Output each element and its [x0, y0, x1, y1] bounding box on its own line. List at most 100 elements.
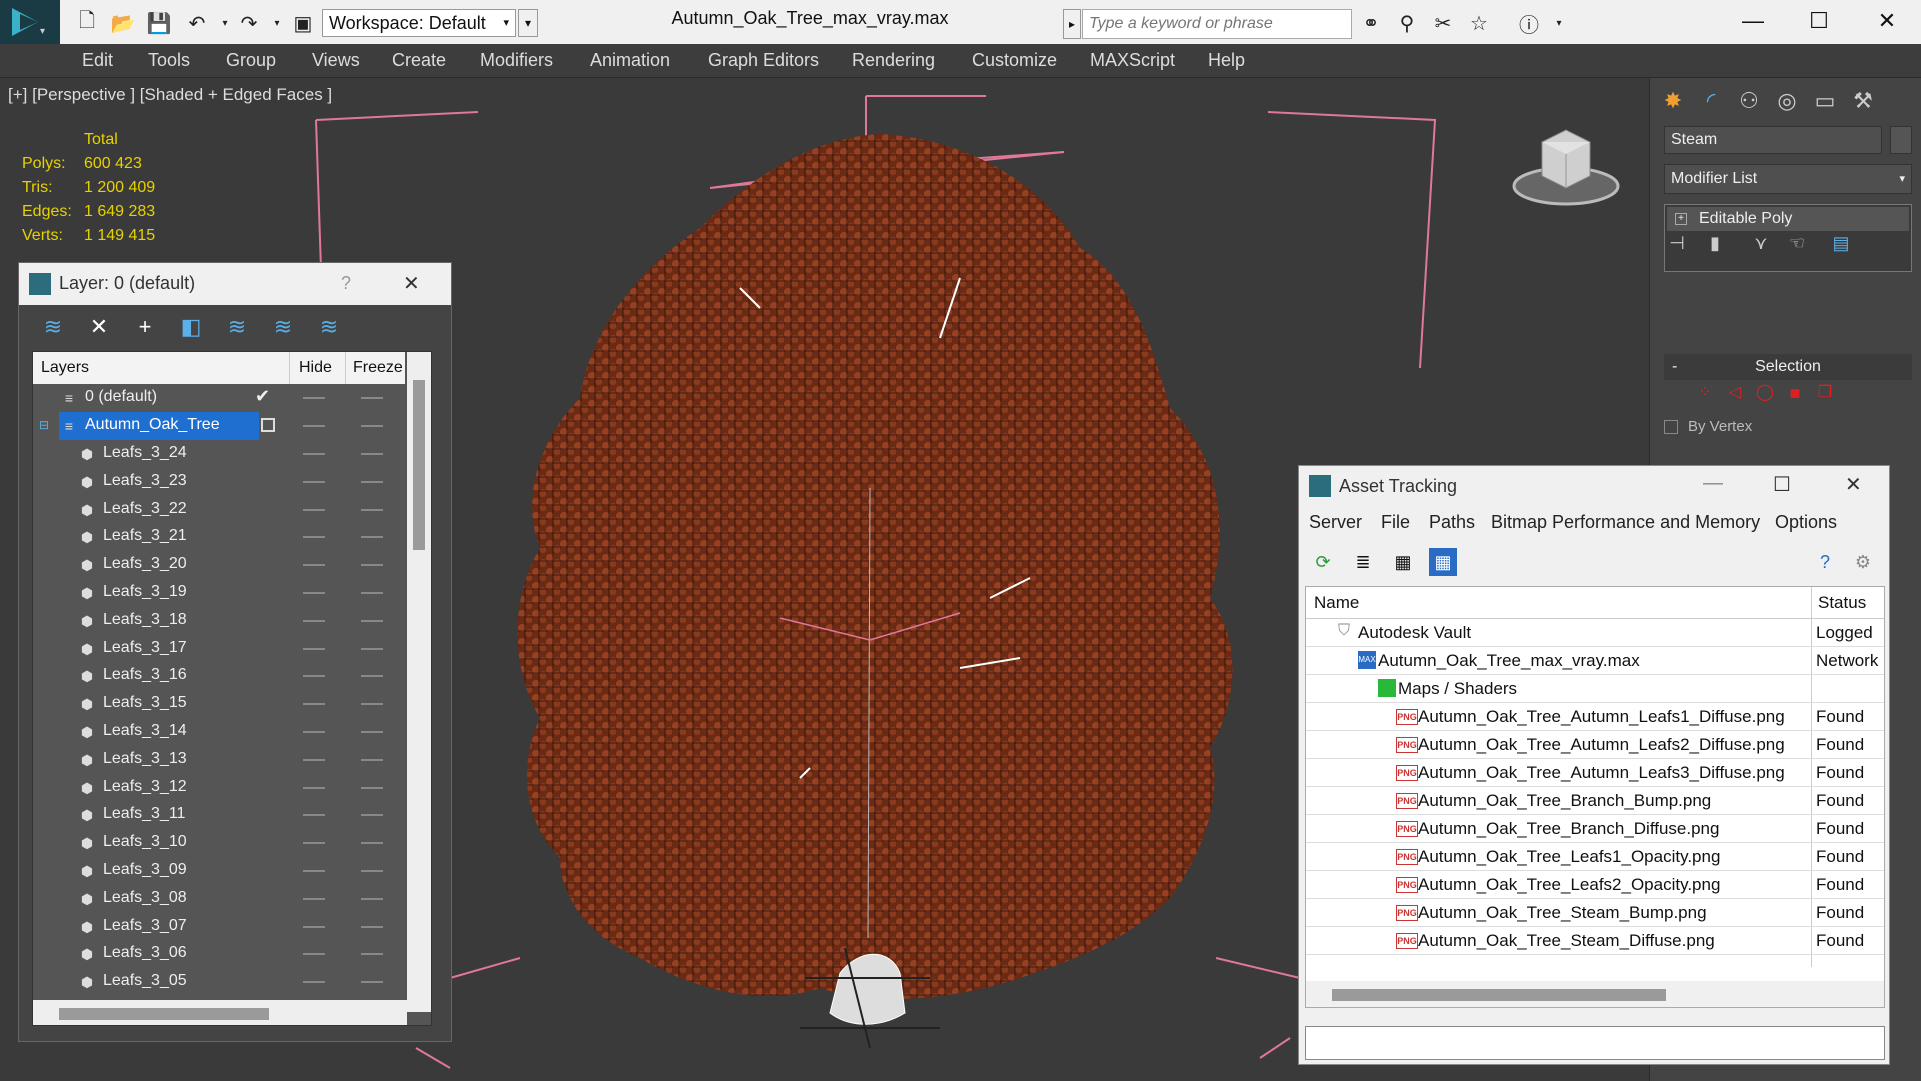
close-icon[interactable]: ✕: [1845, 472, 1862, 497]
layer-horizontal-scrollbar[interactable]: [33, 1000, 407, 1025]
hide-toggle[interactable]: [303, 703, 325, 706]
menu-maxscript[interactable]: MAXScript: [1090, 50, 1175, 71]
col-name[interactable]: Name: [1314, 593, 1359, 613]
workspace-dropdown[interactable]: Workspace: Default ▾: [322, 9, 516, 37]
highlight-layer-icon[interactable]: ≋: [223, 313, 251, 341]
hide-all-layers-icon[interactable]: ≋: [269, 313, 297, 341]
freeze-toggle[interactable]: [361, 842, 383, 845]
search-input[interactable]: [1082, 9, 1352, 39]
menu-animation[interactable]: Animation: [590, 50, 670, 71]
col-hide[interactable]: Hide: [299, 359, 332, 377]
save-file-icon[interactable]: 💾: [146, 10, 172, 36]
hide-toggle[interactable]: [303, 619, 325, 622]
layer-object-row[interactable]: ⬢ Leafs_3_06: [33, 940, 405, 968]
hide-toggle[interactable]: [303, 814, 325, 817]
asset-row-map[interactable]: PNG Autumn_Oak_Tree_Autumn_Leafs2_Diffuse…: [1306, 731, 1884, 759]
list-view-icon[interactable]: ≣: [1349, 548, 1377, 576]
asset-menu-server[interactable]: Server: [1309, 512, 1362, 533]
menu-rendering[interactable]: Rendering: [852, 50, 935, 71]
close-icon[interactable]: ✕: [1862, 4, 1912, 38]
asset-horizontal-scrollbar[interactable]: [1306, 981, 1884, 1007]
layer-vertical-scrollbar[interactable]: [407, 352, 431, 1012]
modifier-list-dropdown[interactable]: Modifier List ▾: [1664, 164, 1912, 194]
vertex-mode-icon[interactable]: ⁘: [1688, 376, 1722, 410]
asset-row-max-file[interactable]: MAX Autumn_Oak_Tree_max_vray.max Network: [1306, 647, 1884, 675]
asset-row-maps-group[interactable]: Maps / Shaders: [1306, 675, 1884, 703]
freeze-toggle[interactable]: [361, 508, 383, 511]
layer-object-row[interactable]: ⬢ Leafs_3_12: [33, 774, 405, 802]
layer-row-default[interactable]: ≡ 0 (default) ✔: [33, 384, 405, 412]
layer-object-row[interactable]: ⬢ Leafs_3_10: [33, 829, 405, 857]
hide-toggle[interactable]: [303, 453, 325, 455]
freeze-all-layers-icon[interactable]: ≋: [315, 313, 343, 341]
col-freeze[interactable]: Freeze: [353, 359, 403, 377]
by-vertex-checkbox[interactable]: By Vertex: [1664, 418, 1752, 435]
configure-sets-icon[interactable]: ▤: [1824, 226, 1858, 260]
current-layer-icon[interactable]: [261, 418, 275, 432]
asset-menu-paths[interactable]: Paths: [1429, 512, 1475, 533]
maximize-icon[interactable]: ☐: [1773, 472, 1791, 497]
menu-modifiers[interactable]: Modifiers: [480, 50, 553, 71]
edge-mode-icon[interactable]: ◁: [1718, 376, 1752, 410]
add-to-layer-icon[interactable]: +: [131, 313, 159, 341]
create-tab-icon[interactable]: ✸: [1656, 84, 1690, 118]
redo-icon[interactable]: ↷: [236, 10, 262, 36]
hierarchy-tab-icon[interactable]: ⚇: [1732, 84, 1766, 118]
asset-row-map[interactable]: PNG Autumn_Oak_Tree_Autumn_Leafs1_Diffuse…: [1306, 703, 1884, 731]
layer-object-row[interactable]: ⬢ Leafs_3_08: [33, 885, 405, 913]
layer-object-row[interactable]: ⬢ Leafs_3_23: [33, 468, 405, 496]
layer-object-row[interactable]: ⬢ Leafs_3_24: [33, 440, 405, 468]
delete-layer-icon[interactable]: ✕: [85, 313, 113, 341]
search-expand-icon[interactable]: ▸: [1063, 9, 1081, 39]
freeze-toggle[interactable]: [361, 592, 383, 594]
hide-toggle[interactable]: [303, 981, 325, 984]
hide-toggle[interactable]: [303, 953, 325, 956]
asset-row-map[interactable]: PNG Autumn_Oak_Tree_Branch_Bump.png Found: [1306, 787, 1884, 815]
thumbnail-view-icon[interactable]: ▦: [1389, 548, 1417, 576]
asset-row-map[interactable]: PNG Autumn_Oak_Tree_Autumn_Leafs3_Diffuse…: [1306, 759, 1884, 787]
settings-help-icon[interactable]: ⚙: [1849, 548, 1877, 576]
menu-help[interactable]: Help: [1208, 50, 1245, 71]
hide-toggle[interactable]: [303, 592, 325, 594]
layer-object-row[interactable]: ⬢ Leafs_3_18: [33, 607, 405, 635]
layer-object-row[interactable]: ⬢ Leafs_3_09: [33, 857, 405, 885]
motion-tab-icon[interactable]: ◎: [1770, 84, 1804, 118]
maximize-icon[interactable]: ☐: [1794, 4, 1844, 38]
menu-graph-editors[interactable]: Graph Editors: [708, 50, 819, 71]
minimize-icon[interactable]: —: [1703, 472, 1723, 495]
freeze-toggle[interactable]: [361, 897, 383, 900]
viewport-label[interactable]: [+] [Perspective ] [Shaded + Edged Faces…: [8, 85, 332, 105]
layer-object-row[interactable]: ⬢ Leafs_3_16: [33, 662, 405, 690]
undo-icon[interactable]: ↶: [184, 10, 210, 36]
menu-tools[interactable]: Tools: [148, 50, 190, 71]
menu-create[interactable]: Create: [392, 50, 446, 71]
object-color-swatch[interactable]: [1890, 126, 1912, 154]
layer-object-row[interactable]: ⬢ Leafs_3_22: [33, 496, 405, 524]
freeze-toggle[interactable]: [361, 870, 383, 872]
hide-toggle[interactable]: [303, 536, 325, 539]
modify-tab-icon[interactable]: ◜: [1694, 84, 1728, 118]
hide-toggle[interactable]: [303, 564, 325, 567]
help-dropdown-icon[interactable]: ▾: [1546, 10, 1572, 36]
layer-object-row[interactable]: ⬢ Leafs_3_07: [33, 913, 405, 941]
freeze-toggle[interactable]: [361, 814, 383, 817]
freeze-toggle[interactable]: [361, 925, 383, 928]
asset-row-map[interactable]: PNG Autumn_Oak_Tree_Branch_Diffuse.png Fou…: [1306, 815, 1884, 843]
layer-object-row[interactable]: ⬢ Leafs_3_21: [33, 523, 405, 551]
undo-dropdown-icon[interactable]: ▾: [212, 10, 238, 36]
utilities-tab-icon[interactable]: ⚒: [1846, 84, 1880, 118]
freeze-toggle[interactable]: [361, 786, 383, 789]
favorites-star-icon[interactable]: ☆: [1466, 10, 1492, 36]
col-layers[interactable]: Layers: [41, 359, 89, 377]
create-layer-icon[interactable]: ≋: [39, 313, 67, 341]
workspace-more-icon[interactable]: ▾: [518, 9, 538, 37]
menu-group[interactable]: Group: [226, 50, 276, 71]
asset-row-map[interactable]: PNG Autumn_Oak_Tree_Steam_Diffuse.png Foun…: [1306, 927, 1884, 955]
asset-menu-bitmap-performance[interactable]: Bitmap Performance and Memory: [1491, 512, 1760, 533]
select-in-layer-icon[interactable]: ◧: [177, 313, 205, 341]
freeze-toggle[interactable]: [361, 619, 383, 622]
freeze-toggle[interactable]: [361, 675, 383, 678]
freeze-toggle[interactable]: [361, 453, 383, 455]
key-icon[interactable]: ⚲: [1394, 10, 1420, 36]
display-tab-icon[interactable]: ▭: [1808, 84, 1842, 118]
